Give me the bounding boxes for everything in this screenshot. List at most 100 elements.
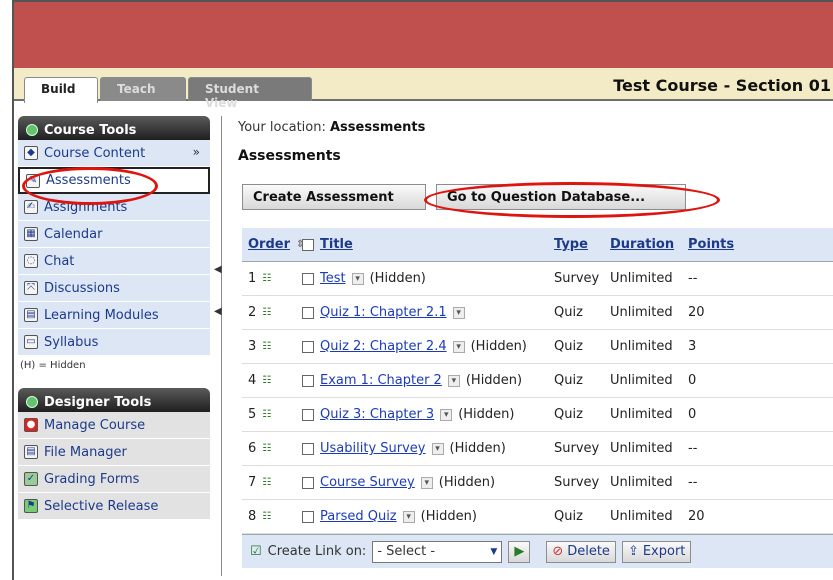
header-type-label[interactable]: Type — [554, 237, 588, 252]
assignment-icon: ✍ — [24, 200, 38, 214]
action-menu-icon[interactable]: ▾ — [351, 272, 364, 285]
row-checkbox[interactable] — [302, 476, 314, 489]
sidebar-splitter[interactable]: ◀ ◀ — [212, 116, 222, 576]
assessment-link[interactable]: Test — [320, 271, 346, 286]
row-checkbox[interactable] — [302, 272, 314, 285]
order-cell: 6 ☷ — [242, 441, 302, 456]
reorder-icon[interactable]: ☷ — [262, 374, 276, 388]
header-duration[interactable]: Duration — [610, 237, 688, 252]
row-checkbox[interactable] — [302, 408, 314, 421]
collapse-chevron-icon[interactable]: » — [193, 145, 200, 159]
points-cell: 20 — [688, 305, 705, 320]
header-points[interactable]: Points — [688, 237, 738, 252]
header-points-label[interactable]: Points — [688, 237, 734, 252]
create-assessment-button[interactable]: Create Assessment — [242, 184, 426, 210]
points-cell: 20 — [688, 509, 705, 524]
assessment-link[interactable]: Exam 1: Chapter 2 — [320, 373, 442, 388]
table-row: 6 ☷ Usability Survey ▾ (Hidden) Survey Unlimit… — [242, 432, 833, 466]
action-menu-icon[interactable]: ▾ — [447, 374, 460, 387]
action-menu-icon[interactable]: ▾ — [420, 476, 433, 489]
reorder-icon[interactable]: ☷ — [262, 408, 276, 422]
order-number: 8 — [248, 509, 257, 524]
action-menu-icon[interactable]: ▾ — [440, 408, 453, 421]
duration-cell: Unlimited — [610, 373, 673, 388]
order-number: 7 — [248, 475, 257, 490]
sidebar-item-file-manager[interactable]: ▤ File Manager — [18, 439, 210, 466]
action-menu-icon[interactable]: ▾ — [452, 306, 465, 319]
points-cell: 0 — [688, 407, 697, 422]
reorder-icon[interactable]: ☷ — [262, 442, 276, 456]
export-button[interactable]: ⇪ Export — [621, 540, 692, 563]
assessment-link[interactable]: Quiz 3: Chapter 3 — [320, 407, 434, 422]
go-button[interactable]: ▶ — [508, 540, 531, 563]
duration-cell: Unlimited — [610, 475, 673, 490]
header-title[interactable]: Title — [302, 237, 554, 252]
delete-button[interactable]: ⊘ Delete — [546, 540, 616, 563]
assessment-link[interactable]: Course Survey — [320, 475, 415, 490]
row-checkbox[interactable] — [302, 510, 314, 523]
order-cell: 3 ☷ — [242, 339, 302, 354]
assessment-link[interactable]: Quiz 1: Chapter 2.1 — [320, 305, 447, 320]
row-checkbox[interactable] — [302, 306, 314, 319]
sidebar-item-label: Discussions — [44, 280, 120, 296]
tab-student-view[interactable]: Student View — [188, 77, 312, 110]
action-menu-icon[interactable]: ▾ — [431, 442, 444, 455]
header-type[interactable]: Type — [554, 237, 610, 252]
sidebar-item-label: Chat — [44, 253, 75, 269]
reorder-icon[interactable]: ☷ — [262, 510, 276, 524]
collapse-left-icon[interactable]: ◀ — [214, 264, 222, 275]
order-cell: 2 ☷ — [242, 305, 302, 320]
reorder-icon[interactable]: ☷ — [262, 476, 276, 490]
page-title: Assessments — [238, 148, 341, 164]
tab-teach[interactable]: Teach — [100, 77, 186, 101]
action-menu-icon[interactable]: ▾ — [452, 340, 465, 353]
duration-cell: Unlimited — [610, 441, 673, 456]
reorder-icon[interactable]: ☷ — [262, 272, 276, 286]
create-link-label: Create Link on: — [267, 544, 367, 559]
sidebar-item-label: Calendar — [44, 226, 103, 242]
action-buttons: Create Assessment Go to Question Databas… — [238, 178, 833, 224]
question-database-button[interactable]: Go to Question Database... — [436, 184, 686, 210]
action-menu-icon[interactable]: ▾ — [402, 510, 415, 523]
title-cell: Quiz 2: Chapter 2.4 ▾ (Hidden) — [302, 339, 554, 354]
order-number: 4 — [248, 373, 257, 388]
title-cell: Exam 1: Chapter 2 ▾ (Hidden) — [302, 373, 554, 388]
header-duration-label[interactable]: Duration — [610, 237, 674, 252]
assessment-link[interactable]: Usability Survey — [320, 441, 426, 456]
sidebar-item-label: Assessments — [46, 173, 131, 188]
title-cell: Course Survey ▾ (Hidden) — [302, 475, 554, 490]
sidebar-item-assignments[interactable]: ✍ Assignments — [18, 194, 210, 221]
assessment-link[interactable]: Quiz 2: Chapter 2.4 — [320, 339, 447, 354]
reorder-icon[interactable]: ☷ — [262, 340, 276, 354]
sidebar-item-selective-release[interactable]: ⚑ Selective Release — [18, 493, 210, 520]
table-footer: ☑ Create Link on: - Select - ▼ ▶ ⊘ Delet… — [242, 534, 833, 568]
course-tools-icon — [26, 124, 38, 136]
select-all-checkbox[interactable] — [302, 238, 314, 251]
sidebar-item-syllabus[interactable]: ▭ Syllabus — [18, 329, 210, 356]
order-cell: 8 ☷ — [242, 509, 302, 524]
header-title-label[interactable]: Title — [320, 237, 353, 252]
header-order[interactable]: Order ⇕ — [242, 237, 304, 252]
row-checkbox[interactable] — [302, 442, 314, 455]
sidebar-item-chat[interactable]: ◌ Chat — [18, 248, 210, 275]
sidebar-item-assessments[interactable]: ✎ Assessments — [18, 167, 210, 194]
row-checkbox[interactable] — [302, 374, 314, 387]
create-link-select[interactable]: - Select - ▼ — [372, 540, 503, 563]
sidebar-item-course-content[interactable]: ◆ Course Content » — [18, 140, 210, 167]
title-cell: Test ▾ (Hidden) — [302, 271, 554, 286]
reorder-icon[interactable]: ☷ — [262, 306, 276, 320]
modules-icon: ▤ — [24, 308, 38, 322]
sidebar-item-label: Selective Release — [44, 498, 159, 514]
table-row: 5 ☷ Quiz 3: Chapter 3 ▾ (Hidden) Quiz Unlimite… — [242, 398, 833, 432]
tab-build[interactable]: Build — [24, 77, 98, 103]
row-checkbox[interactable] — [302, 340, 314, 353]
sidebar-item-learning-modules[interactable]: ▤ Learning Modules — [18, 302, 210, 329]
collapse-left-icon-2[interactable]: ◀ — [214, 306, 222, 317]
header-order-label[interactable]: Order — [248, 237, 290, 252]
sidebar-item-grading-forms[interactable]: ✓ Grading Forms — [18, 466, 210, 493]
assessment-link[interactable]: Parsed Quiz — [320, 509, 397, 524]
sidebar-item-manage-course[interactable]: ● Manage Course — [18, 412, 210, 439]
sidebar-item-calendar[interactable]: ▦ Calendar — [18, 221, 210, 248]
sidebar-item-discussions[interactable]: ⤧ Discussions — [18, 275, 210, 302]
order-number: 5 — [248, 407, 257, 422]
